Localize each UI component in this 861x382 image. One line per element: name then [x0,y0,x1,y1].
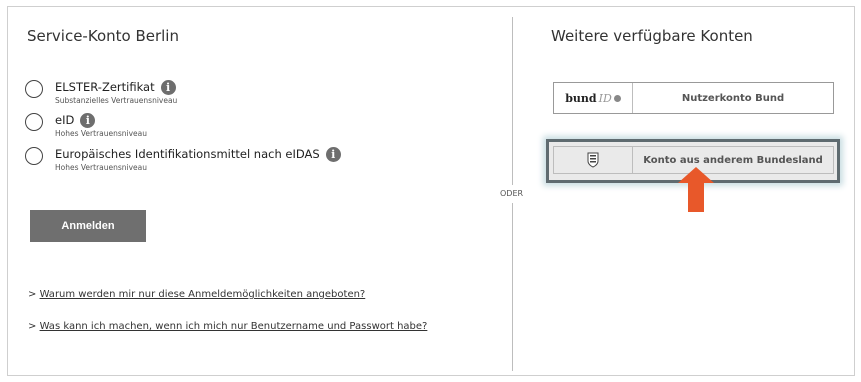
option-eid-level: Hohes Vertrauensniveau [55,129,148,138]
account-other-state-label: Konto aus anderem Bundesland [643,154,823,166]
info-icon[interactable]: i [160,80,176,95]
oder-label: ODER [499,189,525,198]
option-eidas-label: Europäisches Identifikationsmittel nach … [55,147,320,161]
orange-arrow-up-icon [678,167,714,212]
info-icon[interactable]: i [80,113,96,128]
radio-eidas[interactable] [25,147,43,165]
bund-logo-dot-icon [613,95,621,102]
why-only-these-options-link[interactable]: Warum werden mir nur diese Anmeldemöglic… [40,289,366,300]
radio-elster[interactable] [25,80,43,98]
bund-logo-text: bund [565,91,597,105]
option-eidas-level: Hohes Vertrauensniveau [55,163,148,172]
column-divider-top [512,17,513,185]
bund-logo-id: ID [598,91,612,105]
state-coat-of-arms-icon [554,147,633,173]
link-prefix: > [28,289,40,300]
option-elster-level: Substanzielles Vertrauensniveau [55,96,178,105]
account-bund-id-button[interactable]: bund ID Nutzerkonto Bund [553,82,834,114]
option-elster-label: ELSTER-Zertifikat [55,80,155,94]
link-row-2: > Was kann ich machen, wenn ich mich nur… [28,321,427,332]
login-button[interactable]: Anmelden [30,210,146,242]
bund-id-logo: bund ID [554,83,633,113]
account-bund-label: Nutzerkonto Bund [681,92,785,104]
other-accounts-title: Weitere verfügbare Konten [551,27,753,45]
username-password-only-link[interactable]: Was kann ich machen, wenn ich mich nur B… [40,321,428,332]
service-konto-title: Service-Konto Berlin [27,27,179,45]
option-eid-label: eID [55,113,75,127]
radio-eid[interactable] [25,113,43,131]
link-prefix: > [28,321,40,332]
info-icon[interactable]: i [325,147,341,162]
column-divider-bottom [512,203,513,371]
link-row-1: > Warum werden mir nur diese Anmeldemögl… [28,289,365,300]
